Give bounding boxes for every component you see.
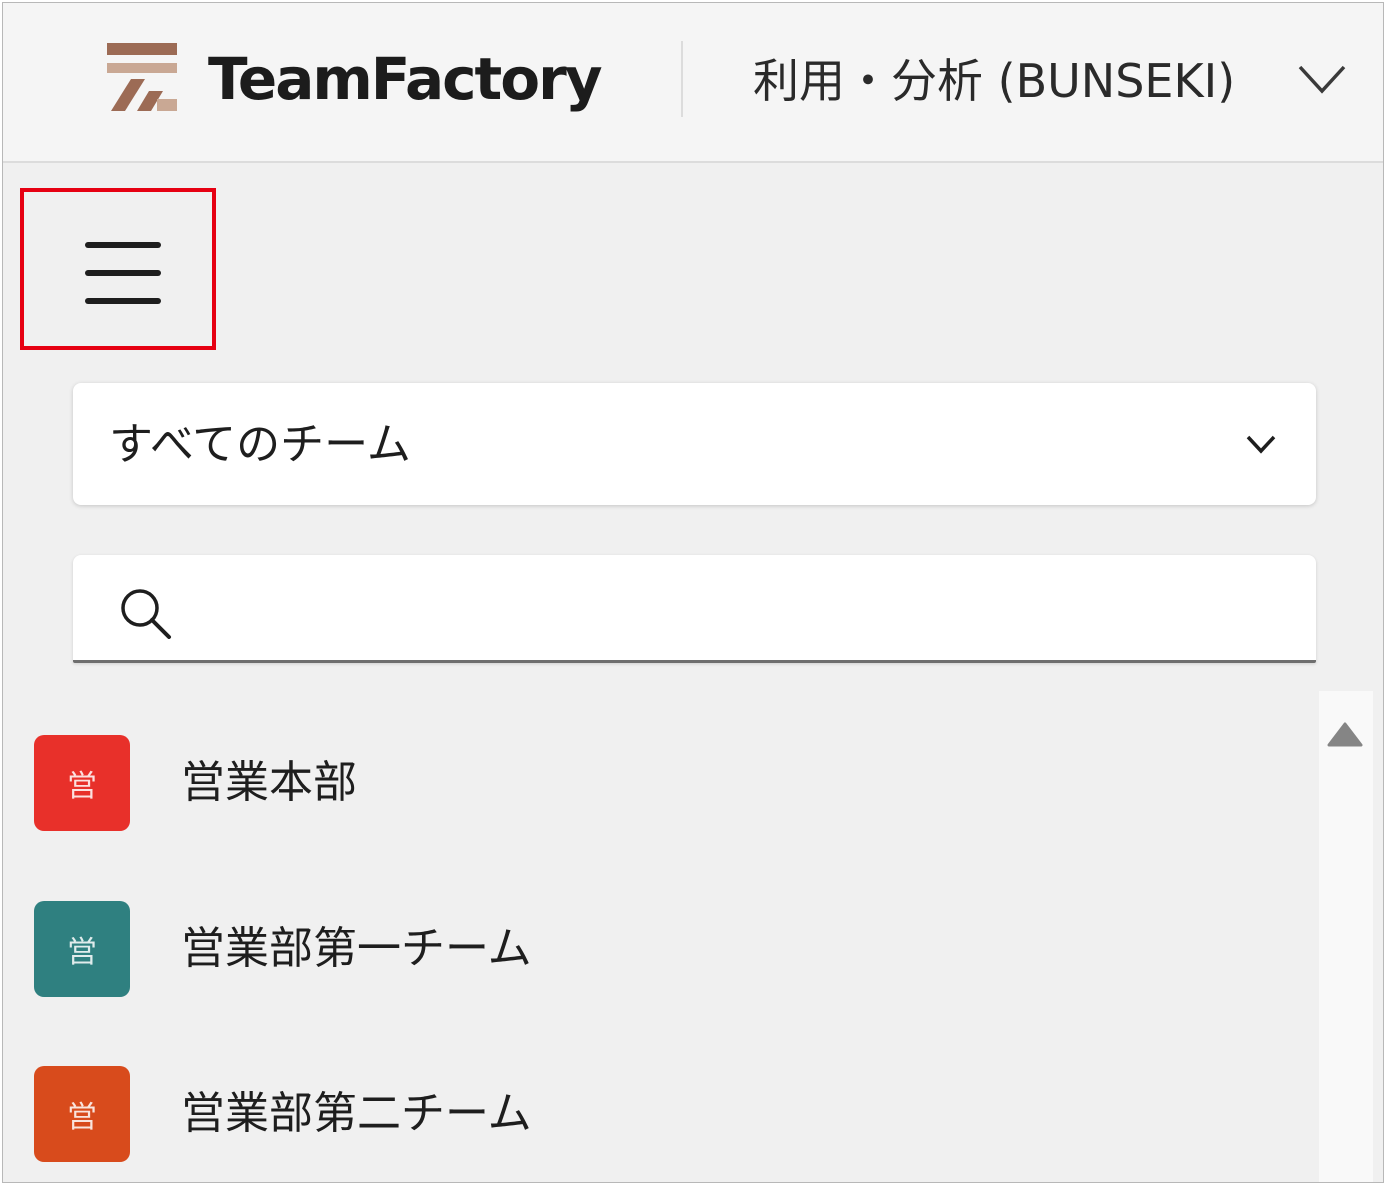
- app-switcher-label[interactable]: 利用・分析 (BUNSEKI): [753, 43, 1235, 119]
- team-search-box: [73, 555, 1316, 663]
- team-filter-selected: すべてのチーム: [109, 419, 411, 470]
- hamburger-menu-icon: [85, 242, 161, 304]
- team-avatar: 営: [34, 901, 130, 997]
- team-avatar: 営: [34, 1066, 130, 1162]
- chevron-down-icon[interactable]: [1297, 61, 1347, 97]
- chevron-down-icon: [1246, 435, 1276, 454]
- team-list: 営 営業本部 営 営業部第一チーム 営 営業部第二チーム: [3, 691, 1313, 1182]
- hamburger-menu-button[interactable]: [63, 217, 183, 329]
- brand-name: TeamFactory: [208, 45, 602, 113]
- header-divider: [681, 41, 683, 117]
- app-header: TeamFactory 利用・分析 (BUNSEKI): [3, 3, 1383, 163]
- team-name: 営業部第二チーム: [181, 1088, 532, 1139]
- app-window: TeamFactory 利用・分析 (BUNSEKI) すべてのチーム 営 営業…: [2, 2, 1384, 1183]
- team-avatar: 営: [34, 735, 130, 831]
- search-input[interactable]: [193, 573, 1287, 645]
- team-name: 営業部第一チーム: [181, 923, 532, 974]
- scroll-up-arrow-icon[interactable]: [1327, 721, 1363, 749]
- team-list-item[interactable]: 営 営業部第一チーム: [3, 857, 1313, 1007]
- search-icon: [121, 589, 171, 639]
- team-list-item[interactable]: 営 営業本部: [3, 691, 1313, 841]
- teamfactory-logo-icon: [107, 43, 177, 111]
- team-list-item[interactable]: 営 営業部第二チーム: [3, 1022, 1313, 1172]
- scrollbar-track[interactable]: [1319, 691, 1373, 1182]
- team-filter-dropdown[interactable]: すべてのチーム: [73, 383, 1316, 505]
- team-name: 営業本部: [181, 757, 357, 808]
